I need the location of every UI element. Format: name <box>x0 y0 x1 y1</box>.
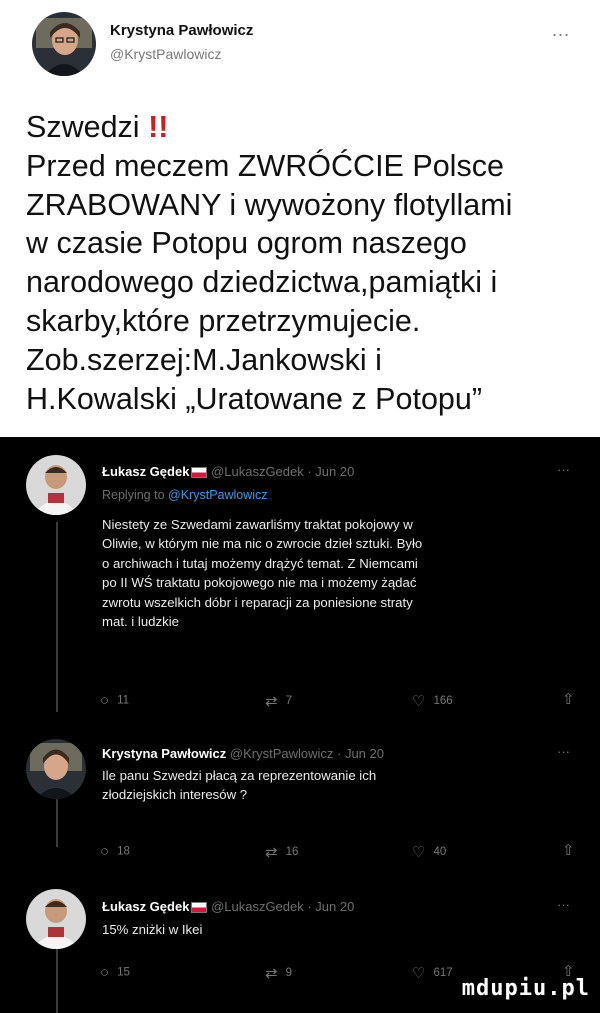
share-icon[interactable]: ⇧ <box>562 690 575 708</box>
tweet-line: w czasie Potopu ogrom naszego <box>26 226 467 261</box>
like-icon: ♡ <box>412 693 426 710</box>
author-name[interactable]: Krystyna Pawłowicz <box>110 22 253 39</box>
reply-button[interactable]: ○ 18 <box>100 843 130 860</box>
more-options-icon[interactable]: ··· <box>557 462 570 477</box>
reply-button[interactable]: ○ 11 <box>100 692 129 709</box>
reply-avatar[interactable] <box>26 455 86 515</box>
like-button[interactable]: ♡ 166 <box>412 692 453 710</box>
reply-author-name[interactable]: Łukasz Gędek <box>102 464 189 479</box>
reply-author-name[interactable]: Łukasz Gędek <box>102 899 189 914</box>
retweet-button[interactable]: ⇄ 16 <box>265 843 298 861</box>
reply-header: Łukasz Gędek @LukaszGedek · Jun 20 <box>102 899 354 914</box>
tweet-line: ZRABOWANY i wywożony flotyllami <box>26 187 513 222</box>
watermark: mdupiu.pl <box>461 976 590 1001</box>
tweet-line: Przed meczem ZWRÓĆCIE Polsce <box>26 148 504 183</box>
reply-avatar[interactable] <box>26 889 86 949</box>
like-icon: ♡ <box>412 965 426 982</box>
retweet-button[interactable]: ⇄ 9 <box>265 964 292 982</box>
reply-count: 18 <box>117 845 130 858</box>
like-icon: ♡ <box>412 844 426 861</box>
retweet-icon: ⇄ <box>265 965 278 982</box>
tweet-line: H.Kowalski „Uratowane z Potopu” <box>26 381 482 416</box>
tweet-line: skarby,które przetrzymujecie. <box>26 303 421 338</box>
reply-line: po II WŚ traktatu pokojowego nie ma i mo… <box>102 575 417 591</box>
like-button[interactable]: ♡ 40 <box>412 843 446 861</box>
reply-meta[interactable]: @KrystPawlowicz · Jun 20 <box>230 746 384 761</box>
headline-text: Szwedzi <box>26 110 140 144</box>
author-handle[interactable]: @KrystPawlowicz <box>110 46 221 62</box>
polish-flag-icon <box>191 902 208 914</box>
main-tweet: Krystyna Pawłowicz @KrystPawlowicz ... S… <box>0 0 600 437</box>
reply-icon: ○ <box>100 843 110 860</box>
reply-meta[interactable]: @LukaszGedek · Jun 20 <box>211 464 354 479</box>
double-exclamation-icon: !! <box>148 110 169 144</box>
reply-line: mat. i ludzkie <box>102 614 179 630</box>
reply-line: Niestety ze Szwedami zawarliśmy traktat … <box>102 517 413 532</box>
tweet-line: Zob.szerzej:M.Jankowski i <box>26 342 382 377</box>
more-options-icon[interactable]: ··· <box>557 744 570 759</box>
reply-line: 15% zniżki w Ikei <box>102 922 203 937</box>
retweet-icon: ⇄ <box>265 844 278 861</box>
like-count: 617 <box>433 967 453 979</box>
author-avatar[interactable] <box>32 12 96 76</box>
retweet-count: 7 <box>285 695 292 707</box>
reply-count: 11 <box>117 694 130 707</box>
tweet-headline: Szwedzi !! <box>26 108 586 147</box>
retweet-count: 9 <box>285 967 292 979</box>
reply-author-name[interactable]: Krystyna Pawłowicz <box>102 746 226 761</box>
reply-icon: ○ <box>100 692 110 709</box>
reply-meta[interactable]: @LukaszGedek · Jun 20 <box>211 899 354 914</box>
tweet-body: Szwedzi !! Przed meczem ZWRÓĆCIE Polsce … <box>26 108 586 418</box>
retweet-count: 16 <box>285 846 299 858</box>
reply-line: zwrotu wszelkich dóbr i reparacji za pon… <box>102 594 413 610</box>
share-icon[interactable]: ⇧ <box>562 841 575 859</box>
reply-line: złodziejskich interesów ? <box>102 787 248 803</box>
reply-count: 15 <box>117 966 130 979</box>
like-button[interactable]: ♡ 617 <box>412 964 453 982</box>
reply-text: Ile panu Szwedzi płacą za reprezentowani… <box>102 766 572 805</box>
replying-to: Replying to @KrystPawlowicz <box>102 488 268 502</box>
reply-line: Oliwie, w którym nie ma nic o zwrocie dz… <box>102 536 423 552</box>
replying-prefix: Replying to <box>102 488 165 502</box>
reply-text: 15% zniżki w Ikei <box>102 920 572 939</box>
reply-line: o archiwach i tutaj możemy drążyć temat.… <box>102 555 418 571</box>
replying-to-link[interactable]: @KrystPawlowicz <box>168 488 268 502</box>
tweet-line: narodowego dziedzictwa,pamiątki i <box>26 265 498 300</box>
more-options-icon[interactable]: ··· <box>557 897 570 912</box>
reply-button[interactable]: ○ 15 <box>100 964 130 981</box>
like-count: 40 <box>433 846 447 858</box>
reply-header: Łukasz Gędek @LukaszGedek · Jun 20 <box>102 464 354 479</box>
more-options-icon[interactable]: ... <box>552 20 570 41</box>
reply-avatar[interactable] <box>26 739 86 799</box>
reply-line: Ile panu Szwedzi płacą za reprezentowani… <box>102 768 377 783</box>
reply-thread: Łukasz Gędek @LukaszGedek · Jun 20 ··· R… <box>0 437 600 1013</box>
retweet-button[interactable]: ⇄ 7 <box>265 692 292 710</box>
thread-line <box>56 522 58 712</box>
retweet-icon: ⇄ <box>265 693 278 710</box>
like-count: 166 <box>433 695 453 707</box>
reply-icon: ○ <box>100 964 110 981</box>
reply-header: Krystyna Pawłowicz @KrystPawlowicz · Jun… <box>102 746 384 761</box>
polish-flag-icon <box>191 467 208 479</box>
reply-text: Niestety ze Szwedami zawarliśmy traktat … <box>102 515 572 631</box>
